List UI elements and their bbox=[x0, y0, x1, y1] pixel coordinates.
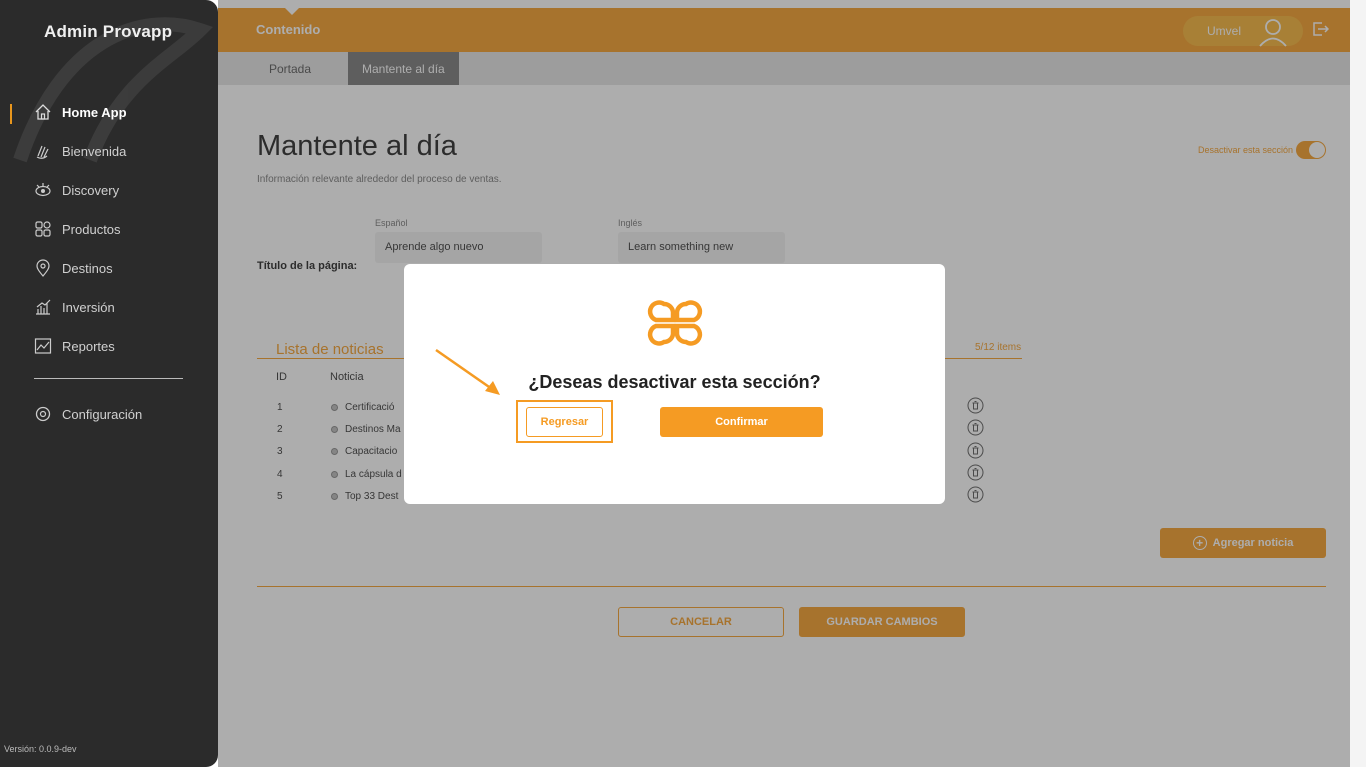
sidebar-item-productos[interactable]: Productos bbox=[34, 218, 121, 240]
sidebar-item-destinos[interactable]: Destinos bbox=[34, 257, 113, 279]
version-label: Versión: 0.0.9-dev bbox=[4, 744, 77, 754]
clap-icon bbox=[34, 142, 52, 160]
sidebar-item-bienvenida[interactable]: Bienvenida bbox=[34, 140, 126, 162]
gear-icon bbox=[34, 405, 52, 423]
clover-logo-icon bbox=[647, 300, 703, 346]
sidebar-item-label: Destinos bbox=[62, 260, 113, 276]
sidebar-item-label: Productos bbox=[62, 221, 121, 237]
sidebar-item-label: Bienvenida bbox=[62, 143, 127, 159]
scrollbar[interactable] bbox=[1350, 0, 1366, 767]
sidebar-item-reportes[interactable]: Reportes bbox=[34, 335, 115, 357]
annotation-arrow-icon bbox=[435, 348, 500, 395]
sidebar-item-configuracion[interactable]: Configuración bbox=[34, 403, 142, 425]
trend-icon bbox=[34, 337, 52, 355]
confirm-button[interactable]: Confirmar bbox=[660, 407, 823, 437]
sidebar-item-label: Home App bbox=[62, 104, 127, 120]
bar-chart-icon bbox=[34, 298, 52, 316]
sidebar-divider bbox=[34, 378, 183, 379]
sidebar: Admin Provapp Home App Bienvenida Discov… bbox=[0, 0, 218, 767]
sidebar-item-discovery[interactable]: Discovery bbox=[34, 179, 119, 201]
sidebar-item-label: Configuración bbox=[62, 406, 143, 422]
active-indicator bbox=[10, 104, 12, 124]
sidebar-item-inversion[interactable]: Inversión bbox=[34, 296, 115, 318]
grid-icon bbox=[34, 220, 52, 238]
highlight-box bbox=[516, 400, 613, 443]
home-icon bbox=[34, 103, 52, 121]
eye-icon bbox=[34, 181, 52, 199]
brand-title: Admin Provapp bbox=[44, 22, 173, 41]
sidebar-item-home-app[interactable]: Home App bbox=[34, 101, 127, 123]
sidebar-item-label: Inversión bbox=[62, 299, 115, 315]
sidebar-item-label: Reportes bbox=[62, 338, 115, 354]
sidebar-item-label: Discovery bbox=[62, 182, 120, 198]
pin-icon bbox=[34, 259, 52, 277]
